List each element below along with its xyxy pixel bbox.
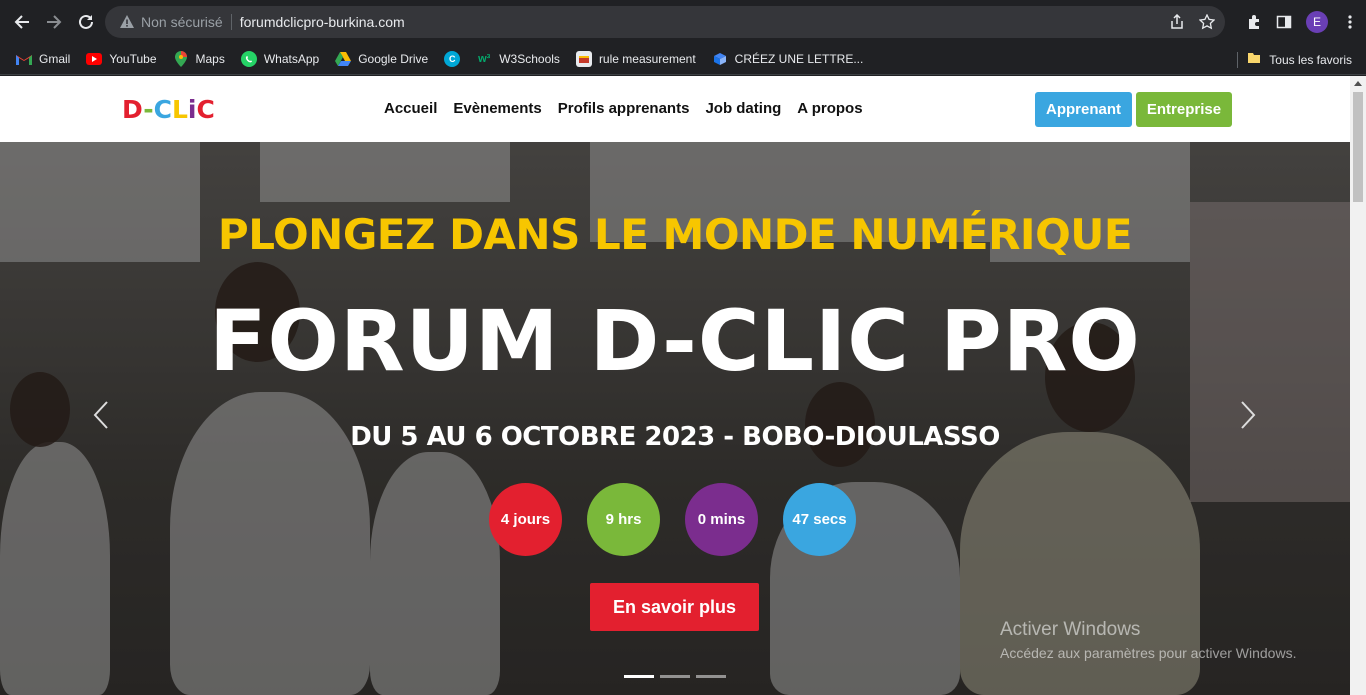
countdown: 4 jours 9 hrs 0 mins 47 secs: [489, 483, 856, 556]
watermark-line1: Activer Windows: [1000, 619, 1141, 640]
letter-icon: [712, 51, 728, 67]
menu-item-accueil[interactable]: Accueil: [384, 100, 437, 117]
hero-subtitle: PLONGEZ DANS LE MONDE NUMÉRIQUE: [217, 210, 1133, 259]
google-drive-icon: [335, 51, 352, 67]
hero-title: FORUM D-CLIC PRO: [209, 292, 1141, 390]
watermark-line2: Accédez aux paramètres pour activer Wind…: [1000, 645, 1297, 661]
back-arrow-icon: [14, 15, 29, 29]
main-menu: Accueil Evènements Profils apprenants Jo…: [384, 100, 863, 117]
bookmark-w3schools[interactable]: w³ W3Schools: [476, 51, 560, 67]
countdown-seconds: 47 secs: [783, 483, 856, 556]
reload-button[interactable]: [70, 6, 102, 38]
folder-icon: [1247, 51, 1261, 68]
page-viewport: D-CLiC Accueil Evènements Profils appren…: [0, 76, 1350, 695]
url-text[interactable]: forumdclicpro-burkina.com: [240, 14, 405, 30]
gmail-icon: [16, 51, 32, 67]
hero-date: DU 5 AU 6 OCTOBRE 2023 - BOBO-DIOULASSO: [350, 422, 1000, 452]
bookmark-label: WhatsApp: [263, 52, 320, 66]
bookmark-canva[interactable]: C: [444, 51, 461, 67]
logo-letter: C: [153, 95, 172, 124]
logo-letter: D: [122, 95, 144, 124]
bookmark-label: Maps: [195, 52, 225, 66]
logo-letter: L: [171, 95, 188, 124]
carousel-indicator[interactable]: [624, 675, 654, 678]
bookmark-label: rule measurement: [598, 52, 696, 66]
forward-arrow-icon: [47, 15, 62, 29]
carousel-indicator[interactable]: [660, 675, 690, 678]
countdown-hours: 9 hrs: [587, 483, 660, 556]
menu-dots-icon[interactable]: [1342, 14, 1358, 30]
menu-item-evenements[interactable]: Evènements: [453, 100, 541, 117]
bookmark-star-icon[interactable]: [1199, 14, 1215, 30]
bookmark-label: CRÉEZ UNE LETTRE...: [734, 52, 864, 66]
bookmark-letter[interactable]: CRÉEZ UNE LETTRE...: [712, 51, 864, 67]
bookmark-label: YouTube: [109, 52, 157, 66]
menu-item-a-propos[interactable]: A propos: [797, 100, 862, 117]
security-label[interactable]: Non sécurisé: [141, 14, 223, 30]
countdown-days: 4 jours: [489, 483, 562, 556]
page-scrollbar[interactable]: [1350, 76, 1366, 695]
extensions-icon[interactable]: [1246, 14, 1262, 30]
bookmark-rule-measurement[interactable]: rule measurement: [575, 51, 696, 67]
bookmark-label: Google Drive: [358, 52, 429, 66]
menu-item-profils-apprenants[interactable]: Profils apprenants: [558, 100, 690, 117]
site-logo[interactable]: D-CLiC: [122, 95, 215, 124]
logo-letter: C: [196, 95, 215, 124]
entreprise-button[interactable]: Entreprise: [1136, 92, 1232, 127]
bookmark-maps[interactable]: Maps: [173, 51, 225, 67]
bookmarks-divider: [1237, 52, 1238, 68]
reload-icon: [79, 14, 93, 29]
countdown-minutes: 0 mins: [685, 483, 758, 556]
bookmark-gmail[interactable]: Gmail: [16, 51, 70, 67]
warning-icon[interactable]: [119, 14, 135, 30]
forward-button[interactable]: [38, 6, 70, 38]
hero-carousel: PLONGEZ DANS LE MONDE NUMÉRIQUE FORUM D-…: [0, 142, 1350, 695]
apprenant-button[interactable]: Apprenant: [1035, 92, 1132, 127]
all-favorites-label: Tous les favoris: [1269, 52, 1352, 67]
learn-more-button[interactable]: En savoir plus: [590, 583, 759, 631]
bookmark-google-drive[interactable]: Google Drive: [335, 51, 428, 67]
youtube-icon: [86, 53, 103, 65]
all-favorites[interactable]: Tous les favoris: [1247, 44, 1352, 75]
bookmarks-bar: Gmail YouTube Maps WhatsApp Google Drive…: [0, 44, 1366, 75]
maps-icon: [173, 51, 189, 67]
whatsapp-icon: [240, 51, 257, 67]
site-header: D-CLiC Accueil Evènements Profils appren…: [0, 76, 1350, 142]
side-panel-icon[interactable]: [1276, 14, 1292, 30]
windows-activation-watermark: Activer Windows Accédez aux paramètres p…: [1000, 619, 1296, 661]
bookmark-whatsapp[interactable]: WhatsApp: [240, 51, 320, 67]
back-button[interactable]: [6, 6, 38, 38]
rule-measurement-icon: [575, 51, 592, 67]
share-icon[interactable]: [1169, 14, 1185, 30]
address-bar[interactable]: Non sécurisé forumdclicpro-burkina.com: [105, 6, 1225, 38]
browser-toolbar: Non sécurisé forumdclicpro-burkina.com E: [0, 0, 1366, 44]
w3schools-icon: w³: [478, 53, 491, 65]
scroll-up-arrow[interactable]: [1354, 81, 1362, 86]
canva-icon: C: [444, 51, 461, 67]
bookmark-label: Gmail: [39, 52, 71, 66]
omnibox-divider: [230, 14, 232, 30]
profile-avatar[interactable]: E: [1306, 11, 1328, 33]
bookmark-label: W3Schools: [499, 52, 560, 66]
carousel-indicators: [624, 675, 726, 678]
logo-letter: -: [143, 95, 154, 124]
menu-item-job-dating[interactable]: Job dating: [705, 100, 781, 117]
carousel-indicator[interactable]: [696, 675, 726, 678]
scrollbar-thumb[interactable]: [1353, 92, 1363, 202]
bookmark-youtube[interactable]: YouTube: [86, 52, 157, 66]
